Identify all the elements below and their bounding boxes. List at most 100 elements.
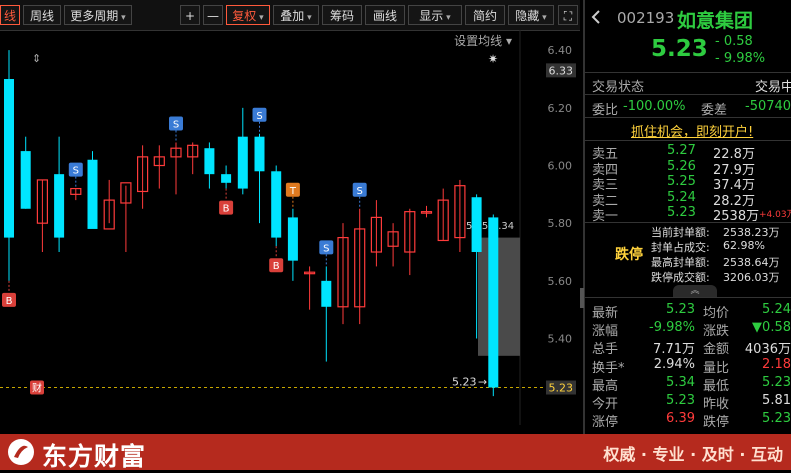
candle-body (20, 151, 31, 209)
fullscreen-icon[interactable]: ⛶ (558, 5, 578, 25)
price-change: - 0.58 (715, 34, 753, 49)
candle-body (221, 174, 232, 183)
divider (585, 297, 791, 298)
display-dropdown[interactable]: 显示 (408, 5, 462, 25)
trade-status-value: 交易中 (755, 80, 791, 95)
divider (585, 140, 791, 141)
signal-marker-label: T (289, 186, 297, 197)
tab-weekly[interactable]: 周线 (23, 5, 61, 25)
finance-marker-label: 财 (32, 382, 42, 395)
logo-icon (8, 439, 34, 465)
stat-value: ▼0.58 (752, 320, 791, 336)
zoom-in-button[interactable]: + (180, 5, 200, 25)
stat-value: 7.71万 (653, 342, 695, 358)
stat-label: 最新 (592, 306, 619, 321)
weicha-label: 委差 (701, 103, 728, 118)
logo-text: 东方财富 (42, 442, 147, 471)
signal-marker-label: S (357, 186, 363, 197)
simple-button[interactable]: 简约 (465, 5, 505, 25)
stat-label: 昨收 (703, 397, 730, 412)
stat-label: 换手* (592, 360, 625, 376)
price-change-pct: - 9.98% (715, 51, 766, 66)
stat-value: 2.18 (762, 356, 791, 372)
trade-status-label: 交易状态 (592, 80, 645, 95)
signal-marker-label: S (256, 111, 262, 122)
stat-value: 4036万 (744, 342, 791, 358)
stat-label: 量比 (703, 360, 730, 376)
seal-label: 最高封单额: (651, 256, 710, 269)
overlay-dropdown[interactable]: 叠加 (273, 5, 319, 25)
chips-button[interactable]: 筹码 (322, 5, 362, 25)
signal-marker-label: B (6, 296, 13, 307)
candle-body (271, 171, 282, 238)
range-highlight-box (478, 237, 520, 356)
weibi-value: -100.00% (623, 99, 686, 114)
stock-name: 如意集团 (677, 10, 754, 32)
seal-value: 2538.23万 (723, 226, 780, 239)
candle-body (87, 159, 98, 229)
stat-value: 5.23 (666, 302, 695, 317)
stat-label: 跌停 (703, 415, 730, 431)
stock-code: 002193 (617, 9, 675, 27)
ask-price: 5.26 (667, 158, 696, 174)
draw-line-button[interactable]: 画线 (365, 5, 405, 25)
candle-body (488, 217, 499, 388)
weibi-label: 委比 (592, 103, 619, 118)
stat-label: 均价 (703, 306, 730, 321)
seal-label: 封单占成交: (651, 241, 710, 254)
stat-label: 涨幅 (592, 324, 619, 340)
last-price: 5.23 (651, 36, 708, 62)
signal-marker-label: B (273, 261, 280, 272)
stat-label: 涨停 (592, 415, 619, 431)
more-periods-dropdown[interactable]: 更多周期 (64, 5, 132, 25)
candle-body (4, 79, 14, 238)
y-tick-label: 5.40 (548, 333, 573, 346)
y-tick-label: 6.00 (548, 160, 573, 173)
signal-marker-label: S (73, 166, 79, 177)
current-price-label: 6.33 (549, 64, 574, 77)
signal-marker-label: S (173, 119, 179, 130)
divider (585, 72, 791, 73)
collapse-chevron-icon[interactable]: ︽ (673, 285, 717, 297)
signal-marker-label: S (323, 243, 329, 254)
candle-body (471, 197, 482, 253)
hide-dropdown[interactable]: 隐藏 (508, 5, 554, 25)
stat-label: 今开 (592, 397, 619, 412)
candle-body (237, 136, 248, 189)
y-tick-label: 6.40 (548, 44, 573, 57)
stat-label: 金额 (703, 342, 730, 358)
divider (585, 222, 791, 223)
open-account-link[interactable]: 抓住机会，即刻开户! (631, 121, 753, 140)
stat-value: 6.39 (666, 411, 695, 427)
zoom-out-button[interactable]: — (203, 5, 223, 25)
limit-down-badge: 跌停 (615, 247, 643, 263)
ask-price: 5.23 (667, 205, 696, 220)
signal-marker-label: B (223, 204, 230, 215)
ask-price: 5.24 (667, 189, 696, 205)
ask-volume-delta: +4.03万 (759, 210, 791, 220)
y-tick-label: 6.20 (548, 102, 573, 115)
candlestick-plot: 6.406.206.005.805.605.406.335.235.23→财5.… (0, 30, 576, 425)
seal-label: 跌停成交额: (651, 271, 710, 284)
candle-body (54, 174, 65, 238)
candle-body (287, 217, 298, 261)
seal-value: 62.98% (723, 239, 765, 252)
splitter-handle[interactable] (580, 288, 584, 308)
divider (585, 117, 791, 118)
quote-panel: 002193 如意集团 5.23 - 0.58 - 9.98% 交易状态 交易中… (583, 0, 791, 434)
stat-value: 5.34 (666, 374, 695, 390)
stat-value: -9.98% (649, 320, 695, 336)
candle-body (204, 148, 215, 175)
last-price-label: 5.23 (549, 382, 574, 395)
stat-value: 5.24 (762, 302, 791, 317)
tab-daily[interactable]: 线 (0, 5, 20, 25)
stat-label: 涨跌 (703, 324, 730, 340)
adjust-dropdown[interactable]: 复权 (226, 5, 270, 25)
seal-value: 3206.03万 (723, 271, 780, 284)
chart-toolbar: 线 周线 更多周期 + — 复权 叠加 筹码 画线 显示 简约 隐藏 ⛶ (0, 0, 580, 31)
weicha-value: -50740 (745, 99, 791, 114)
ask-price: 5.25 (667, 174, 696, 189)
stat-label: 最高 (592, 378, 619, 394)
kline-chart[interactable]: 设置均线 ▾ ⇕ ✷ 6.40 6.20 6.00 5.80 5.60 5.40 6.33 5… (0, 30, 580, 425)
back-arrow-icon[interactable] (591, 10, 601, 24)
